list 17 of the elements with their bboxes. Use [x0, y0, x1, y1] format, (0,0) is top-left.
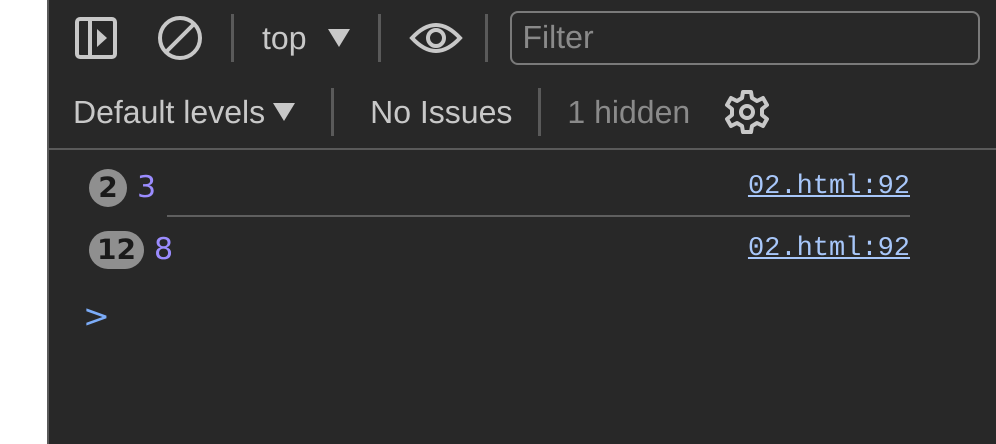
sidebar-toggle-icon[interactable] [75, 16, 117, 58]
caret-icon [328, 28, 350, 46]
hidden-count: 1 hidden [567, 92, 690, 132]
filter-field[interactable]: Filter [510, 10, 980, 64]
clear-console-icon[interactable] [157, 14, 203, 60]
context-dropdown[interactable]: top [262, 14, 350, 62]
source-link[interactable]: 02.html:92 [748, 167, 910, 208]
logged-value: 8 [154, 231, 174, 269]
issues-button[interactable]: No Issues [370, 88, 512, 136]
source-link[interactable]: 02.html:92 [748, 229, 910, 270]
console-prompt[interactable]: > [83, 292, 110, 340]
logged-value: 3 [137, 169, 156, 207]
levels-dropdown[interactable]: Default levels [73, 88, 296, 136]
caret-icon [273, 102, 296, 120]
repeat-count-badge: 12 [89, 230, 144, 268]
repeat-count-badge: 2 [89, 168, 127, 206]
settings-icon[interactable] [724, 88, 770, 134]
